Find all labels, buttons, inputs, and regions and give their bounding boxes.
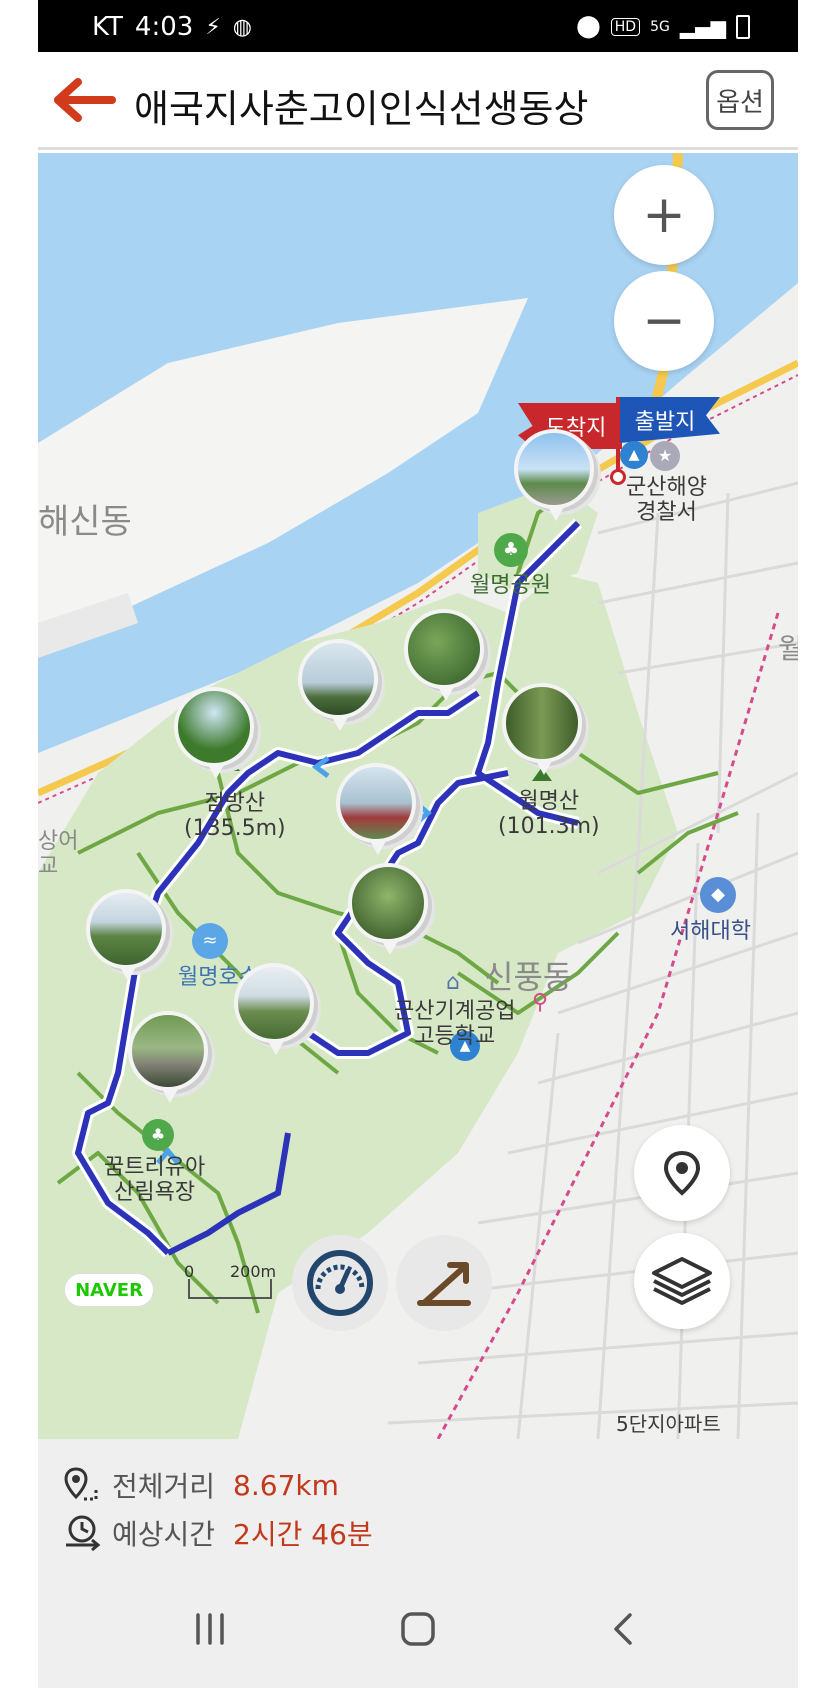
photo-pin-signpost[interactable]: [348, 863, 432, 959]
scale-zero-label: 0: [184, 1262, 195, 1281]
label-wolmyeong-park: 월명공원: [470, 573, 551, 598]
page-title: 애국지사춘고이인식선생동상: [134, 87, 589, 131]
layers-icon: [652, 1257, 712, 1305]
clock-route-icon: [66, 1515, 101, 1552]
home-icon: [401, 1612, 435, 1646]
distance-value: 8.67km: [233, 1468, 339, 1502]
flag-pole: [616, 397, 620, 477]
school-icon: ⌂: [446, 970, 460, 995]
label-right-edge: 월: [778, 632, 798, 665]
hd-badge: HD: [610, 17, 641, 36]
label-apt: 5단지아파트: [616, 1412, 721, 1436]
time-row: 예상시간 2시간 46분: [62, 1513, 373, 1553]
start-flag-label: 출발지: [634, 410, 696, 435]
status-bar: KT 4:03 ⚡ ◍ ⬤ HD 5G ▂▄▆: [38, 0, 798, 52]
label-sinpung: 신풍동: [484, 958, 573, 996]
label-forest-bath: 꿈트리유아 산림욕장: [104, 1155, 206, 1206]
route-distance-icon: [64, 1467, 98, 1501]
scale-distance-label: 200m: [230, 1262, 277, 1281]
label-coast-guard: 군산해양 경찰서: [626, 475, 707, 526]
elevation-button[interactable]: [396, 1235, 492, 1331]
speedometer-button[interactable]: [292, 1235, 388, 1331]
forest-bath-icon: ♣: [142, 1119, 174, 1151]
home-button[interactable]: [388, 1599, 448, 1659]
naver-logo-text: NAVER: [75, 1279, 143, 1301]
label-wolmyeong-mt: 월명산 (101.3m): [498, 789, 600, 840]
park-icon: ♣: [494, 533, 528, 567]
location-pin-icon: [663, 1150, 701, 1196]
photo-pin-hills[interactable]: [86, 889, 170, 985]
recent-apps-button[interactable]: [180, 1599, 240, 1659]
lake-icon: ≈: [192, 923, 228, 959]
label-jeombang-mt: 점방산 (135.5m): [184, 791, 286, 842]
carrier-label: KT: [92, 12, 123, 42]
photo-pin-sign-1[interactable]: [404, 609, 488, 705]
toilet-icon: ▲: [620, 441, 648, 469]
network-badge: 5G: [650, 18, 670, 35]
system-navigation-bar: [38, 1559, 798, 1688]
label-mech-school: 군산기계공업 고등학교: [394, 999, 516, 1050]
back-button[interactable]: [594, 1599, 654, 1659]
zoom-in-button[interactable]: +: [614, 165, 714, 265]
option-button[interactable]: 옵션: [706, 70, 774, 130]
label-left-edge: 상어 교: [38, 829, 79, 880]
signal-icon: ▂▄▆: [679, 14, 726, 39]
app-notification-icon: ◍: [232, 14, 252, 40]
university-icon: ◆: [700, 877, 736, 913]
my-location-button[interactable]: [634, 1125, 730, 1221]
distance-row: 전체거리 8.67km: [62, 1465, 339, 1505]
speedometer-icon: [307, 1250, 373, 1316]
back-arrow-icon[interactable]: [54, 76, 116, 124]
time-label: 예상시간: [112, 1518, 216, 1551]
photo-pin-ridge[interactable]: [234, 963, 318, 1059]
label-haesin: 해신동: [38, 502, 132, 542]
start-point-icon: [610, 469, 626, 485]
police-icon: ★: [650, 441, 680, 471]
zoom-out-button[interactable]: −: [614, 271, 714, 371]
layers-button[interactable]: [634, 1233, 730, 1329]
photo-pin-trees[interactable]: [336, 763, 420, 859]
photo-pin-view[interactable]: [298, 639, 382, 735]
photo-pin-observatory[interactable]: [174, 687, 258, 783]
notification-icon: ⚡: [205, 14, 221, 40]
label-seohae-univ: 서해대학: [670, 919, 751, 944]
clock: 4:03: [134, 12, 194, 42]
time-value: 2시간 46분: [233, 1518, 373, 1551]
map-view[interactable]: 도착지 출발지 ♣ ★ ▲ ≈ ▲ ⌂ ◆ ♣ ⚲ 해신동 월명공원 점방산 (…: [38, 153, 798, 1439]
naver-logo: NAVER: [64, 1273, 154, 1307]
back-chevron-icon: [614, 1613, 632, 1645]
recent-apps-icon: [196, 1613, 224, 1645]
battery-icon: [736, 14, 750, 39]
elevation-icon: [417, 1262, 471, 1306]
scale-bar: [188, 1279, 272, 1299]
photo-pin-lake[interactable]: [128, 1011, 212, 1107]
distance-label: 전체거리: [112, 1470, 216, 1503]
route-summary: 전체거리 8.67km 예상시간 2시간 46분: [38, 1439, 798, 1559]
location-icon: ⬤: [576, 14, 601, 39]
photo-pin-forest-gate[interactable]: [502, 683, 586, 779]
photo-pin-statue[interactable]: [514, 429, 598, 525]
app-header: 애국지사춘고이인식선생동상 옵션: [38, 52, 798, 150]
